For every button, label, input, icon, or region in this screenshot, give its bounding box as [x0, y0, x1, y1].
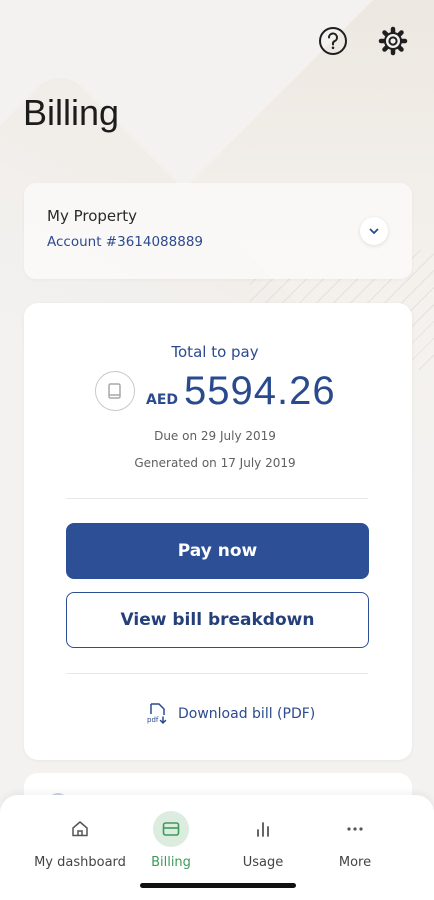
chevron-down-icon[interactable]: [360, 217, 388, 245]
svg-text:pdf: pdf: [147, 716, 159, 724]
bill-icon: [95, 371, 135, 411]
nav-label: Usage: [242, 855, 284, 870]
currency-label: AED: [146, 392, 179, 408]
pay-now-button[interactable]: Pay now: [66, 523, 369, 579]
amount-value: 5594.26: [184, 369, 336, 413]
view-bill-breakdown-button[interactable]: View bill breakdown: [66, 592, 369, 648]
generated-date: Generated on 17 July 2019: [134, 456, 296, 470]
home-indicator: [140, 883, 296, 888]
nav-label: Billing: [151, 855, 191, 870]
bill-summary-card: Total to pay AED 5594.26 Due on 29 July …: [24, 303, 412, 760]
nav-item-my-dashboard[interactable]: My dashboard: [30, 811, 130, 881]
divider: [66, 498, 368, 499]
pdf-download-icon: pdf: [147, 703, 167, 725]
page-title: Billing: [23, 92, 120, 133]
total-to-pay-label: Total to pay: [171, 343, 259, 361]
gear-icon[interactable]: [376, 24, 410, 58]
more-dots-icon: [337, 811, 373, 847]
account-number: Account #3614088889: [47, 234, 204, 250]
nav-label: My dashboard: [34, 855, 126, 870]
divider: [66, 673, 368, 674]
nav-item-usage[interactable]: Usage: [213, 811, 313, 881]
home-icon: [62, 811, 98, 847]
bill-icon: [153, 811, 189, 847]
due-date: Due on 29 July 2019: [154, 429, 276, 443]
property-selector[interactable]: My Property Account #3614088889: [24, 183, 412, 279]
nav-item-billing[interactable]: Billing: [121, 811, 221, 881]
header-actions: [316, 24, 410, 58]
nav-label: More: [338, 855, 372, 870]
nav-item-more[interactable]: More: [305, 811, 405, 881]
download-bill-link[interactable]: pdf Download bill (PDF): [146, 702, 315, 726]
property-name: My Property: [47, 207, 138, 225]
bar-chart-icon: [245, 811, 281, 847]
amount-row: AED 5594.26: [146, 369, 336, 414]
question-circle-icon[interactable]: [316, 24, 350, 58]
download-bill-label: Download bill (PDF): [178, 706, 316, 722]
